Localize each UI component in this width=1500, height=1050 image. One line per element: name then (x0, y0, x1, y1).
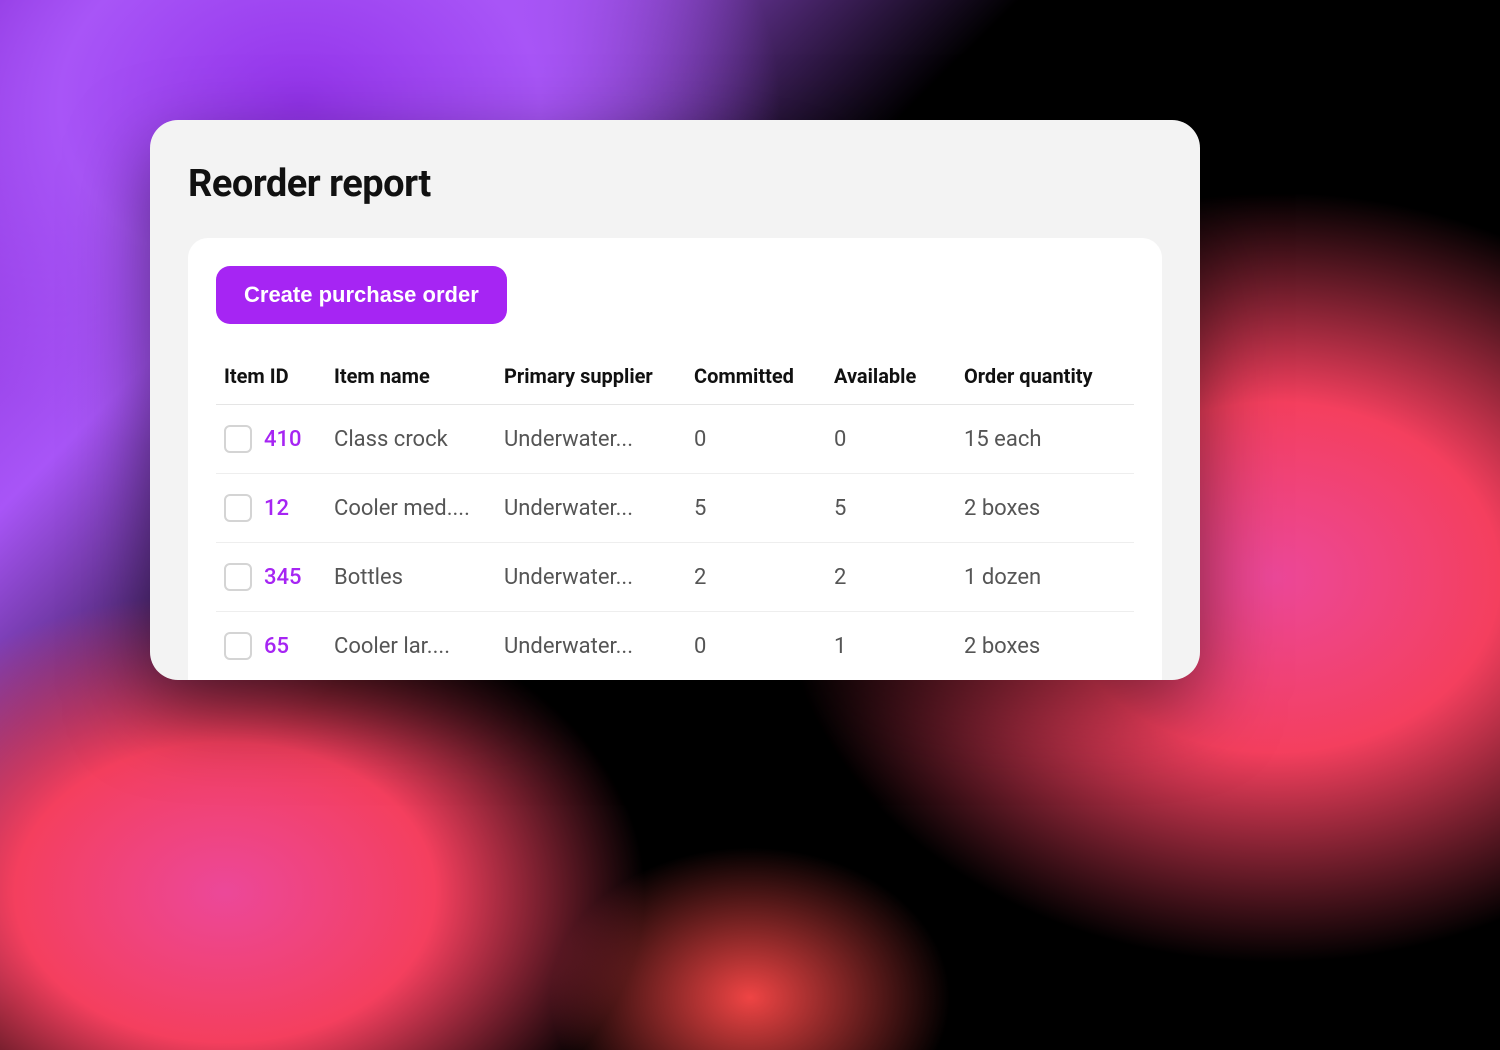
primary-supplier-cell: Underwater... (496, 612, 686, 681)
committed-cell: 5 (686, 474, 826, 543)
order-quantity-cell: 2 boxes (956, 474, 1134, 543)
table-row: 12 Cooler med.... Underwater... 5 5 2 bo… (216, 474, 1134, 543)
committed-cell: 2 (686, 543, 826, 612)
row-checkbox[interactable] (224, 563, 252, 591)
item-name-cell: Cooler med.... (326, 474, 496, 543)
available-cell: 2 (826, 543, 956, 612)
table-row: 345 Bottles Underwater... 2 2 1 dozen (216, 543, 1134, 612)
row-checkbox[interactable] (224, 494, 252, 522)
order-quantity-cell: 1 dozen (956, 543, 1134, 612)
available-cell: 0 (826, 405, 956, 474)
column-header-item-name: Item name (326, 352, 496, 405)
table-panel: Create purchase order Item ID Item name … (188, 238, 1162, 680)
item-id-link[interactable]: 410 (264, 427, 302, 452)
available-cell: 5 (826, 474, 956, 543)
item-name-cell: Cooler lar.... (326, 612, 496, 681)
item-id-link[interactable]: 345 (264, 565, 302, 590)
order-quantity-cell: 2 boxes (956, 612, 1134, 681)
committed-cell: 0 (686, 405, 826, 474)
column-header-available: Available (826, 352, 956, 405)
column-header-item-id: Item ID (216, 352, 326, 405)
column-header-primary-supplier: Primary supplier (496, 352, 686, 405)
report-card: Reorder report Create purchase order Ite… (150, 120, 1200, 680)
available-cell: 1 (826, 612, 956, 681)
primary-supplier-cell: Underwater... (496, 474, 686, 543)
item-name-cell: Class crock (326, 405, 496, 474)
row-checkbox[interactable] (224, 425, 252, 453)
primary-supplier-cell: Underwater... (496, 405, 686, 474)
primary-supplier-cell: Underwater... (496, 543, 686, 612)
table-row: 410 Class crock Underwater... 0 0 15 eac… (216, 405, 1134, 474)
reorder-table: Item ID Item name Primary supplier Commi… (216, 352, 1134, 680)
committed-cell: 0 (686, 612, 826, 681)
table-row: 65 Cooler lar.... Underwater... 0 1 2 bo… (216, 612, 1134, 681)
order-quantity-cell: 15 each (956, 405, 1134, 474)
item-id-link[interactable]: 65 (264, 634, 289, 659)
page-title: Reorder report (188, 162, 1162, 206)
row-checkbox[interactable] (224, 632, 252, 660)
item-name-cell: Bottles (326, 543, 496, 612)
item-id-link[interactable]: 12 (264, 496, 289, 521)
column-header-order-quantity: Order quantity (956, 352, 1134, 405)
create-purchase-order-button[interactable]: Create purchase order (216, 266, 507, 324)
column-header-committed: Committed (686, 352, 826, 405)
